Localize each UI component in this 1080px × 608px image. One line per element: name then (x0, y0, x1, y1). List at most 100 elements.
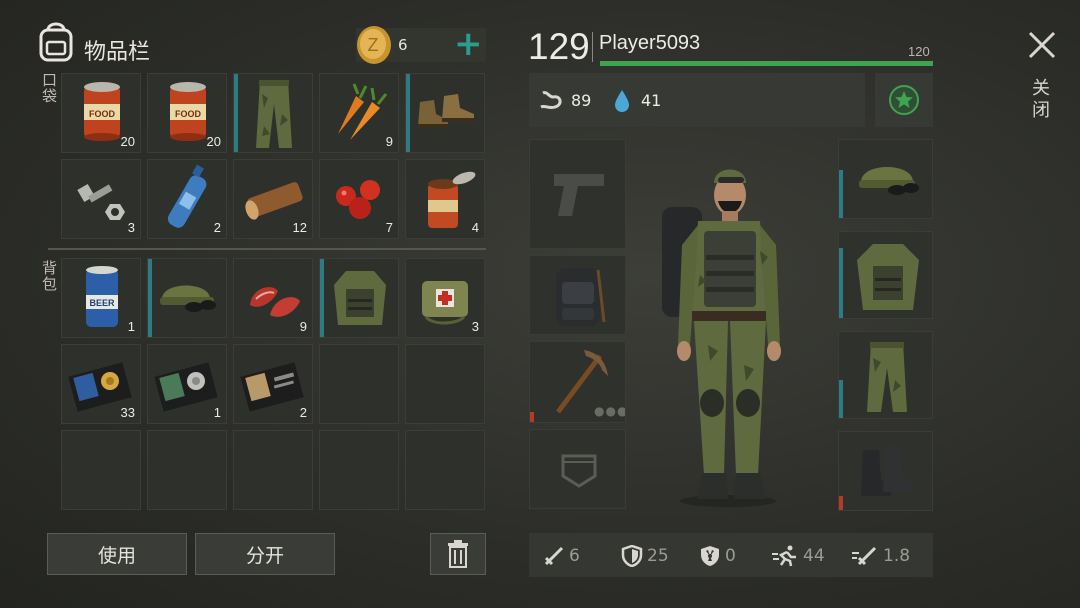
running-icon (772, 545, 796, 567)
xp-bar-fill (600, 61, 933, 66)
inventory-slot[interactable]: 2 (233, 344, 313, 424)
stat-attack: 6 (543, 545, 580, 567)
equip-slot-backpack[interactable] (529, 255, 626, 335)
tactical-backpack-icon (556, 268, 606, 326)
inventory-slot[interactable] (319, 258, 399, 338)
radiation-icon (701, 546, 719, 566)
svg-text:Z: Z (368, 35, 379, 55)
add-coins-button[interactable]: + (454, 24, 483, 64)
durability-bar (839, 380, 843, 418)
inventory-slot[interactable]: 12 (233, 159, 313, 239)
coin-balance[interactable]: Z 6 + (356, 24, 486, 64)
inventory-slot[interactable]: 3 (61, 159, 141, 239)
leather-boots-icon (418, 94, 474, 128)
speed-value: 44 (803, 546, 825, 566)
section-divider (48, 248, 486, 250)
equip-slot-tool[interactable]: ●●● (529, 341, 626, 423)
inventory-slot[interactable]: FOOD 20 (147, 73, 227, 153)
item-quantity: 2 (213, 220, 221, 235)
inventory-title: 物品栏 (84, 40, 151, 65)
inventory-slot-empty[interactable] (319, 430, 399, 510)
inventory-slot[interactable]: 1 (147, 344, 227, 424)
inventory-slot[interactable]: 7 (319, 159, 399, 239)
camo-jacket-icon (334, 271, 386, 325)
sword-icon (544, 546, 564, 566)
stat-armor: 25 (621, 545, 669, 567)
inventory-slot-empty[interactable] (147, 430, 227, 510)
svg-text:FOOD: FOOD (89, 109, 115, 119)
radiation-value: 0 (725, 546, 736, 566)
more-options-icon[interactable]: ●●● (594, 404, 625, 418)
durability-bar (839, 170, 843, 218)
equip-slot-legs[interactable] (838, 331, 933, 419)
attack-value: 6 (569, 546, 580, 566)
inventory-slot[interactable]: 9 (233, 258, 313, 338)
delete-button[interactable] (430, 533, 486, 575)
star-badge-icon (889, 85, 919, 115)
item-quantity: 12 (292, 220, 307, 235)
xp-bar-track (600, 61, 933, 66)
inventory-slot[interactable] (147, 258, 227, 338)
inventory-slot[interactable]: 33 (61, 344, 141, 424)
backpack-label: 背包 (42, 259, 58, 293)
stomach-icon (540, 91, 562, 110)
feet-durability-warning (839, 496, 843, 510)
close-icon (1028, 31, 1056, 59)
use-button[interactable]: 使用 (47, 533, 187, 575)
inventory-slot-empty[interactable] (405, 344, 485, 424)
equip-slot-feet[interactable] (838, 431, 933, 511)
pistol-icon (554, 174, 604, 216)
inventory-slot[interactable]: BEER 1 (61, 258, 141, 338)
player-name: Player5093 (599, 32, 701, 54)
fast-sword-icon (852, 546, 877, 566)
armor-value: 25 (647, 546, 669, 566)
thirst-value: 41 (641, 91, 662, 110)
inventory-slot[interactable]: 4 (405, 159, 485, 239)
inventory-slot-empty[interactable] (233, 430, 313, 510)
item-quantity: 20 (206, 134, 221, 149)
backpack-icon (39, 22, 73, 62)
item-quantity: 20 (120, 134, 135, 149)
item-quantity: 9 (385, 134, 393, 149)
hunger-value: 89 (571, 91, 592, 110)
perks-button[interactable] (875, 73, 933, 127)
equip-slot-body[interactable] (838, 231, 933, 319)
equip-slot-head[interactable] (838, 139, 933, 219)
split-button[interactable]: 分开 (195, 533, 335, 575)
item-quantity: 4 (471, 220, 479, 235)
equip-slot-pocket[interactable] (529, 429, 626, 509)
attack-speed-value: 1.8 (883, 546, 911, 566)
inventory-slot[interactable]: FOOD 20 (61, 73, 141, 153)
item-quantity: 3 (471, 319, 479, 334)
inventory-slot[interactable] (405, 73, 485, 153)
max-xp-label: 120 (908, 44, 930, 59)
item-quantity: 9 (299, 319, 307, 334)
camo-jacket-icon (857, 244, 919, 310)
close-button[interactable]: 关闭 (1012, 20, 1072, 140)
inventory-slot[interactable] (233, 73, 313, 153)
trash-icon (448, 540, 468, 568)
coin-count: 6 (398, 36, 408, 54)
player-character (662, 169, 781, 507)
shield-icon (621, 545, 643, 567)
inventory-slot-empty[interactable] (61, 430, 141, 510)
inventory-slot[interactable]: 9 (319, 73, 399, 153)
item-quantity: 7 (385, 220, 393, 235)
camo-cap-icon (859, 167, 919, 195)
inventory-slot-empty[interactable] (319, 344, 399, 424)
svg-text:FOOD: FOOD (175, 109, 201, 119)
equip-slot-weapon[interactable] (529, 139, 626, 249)
stat-radiation: 0 (699, 545, 736, 567)
vitals-panel: 89 41 (529, 73, 865, 127)
inventory-slot-empty[interactable] (405, 430, 485, 510)
item-quantity: 1 (127, 319, 135, 334)
camo-pants-icon (256, 80, 292, 148)
item-quantity: 1 (213, 405, 221, 420)
stats-bar: 6 25 0 44 1.8 (529, 533, 933, 577)
close-label: 关闭 (1032, 78, 1050, 121)
pocket-icon (561, 454, 597, 488)
inventory-slot[interactable]: 2 (147, 159, 227, 239)
inventory-slot[interactable]: 3 (405, 258, 485, 338)
durability-bar (839, 248, 843, 318)
item-quantity: 3 (127, 220, 135, 235)
